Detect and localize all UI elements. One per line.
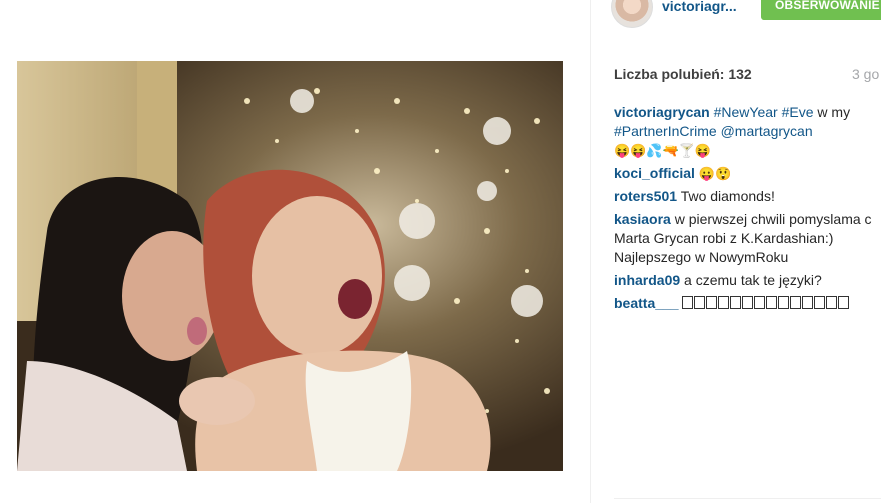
missing-glyph-icon	[790, 296, 802, 309]
missing-glyph-icon	[826, 296, 838, 309]
comment-text: w pierwszej chwili pomyslama c	[674, 211, 872, 227]
missing-glyph-icon	[802, 296, 814, 309]
header-username[interactable]: victoriagr...	[662, 0, 737, 14]
likes-count[interactable]: Liczba polubień: 132	[614, 66, 752, 82]
comment: victoriagrycan #NewYear #Eve w my #Partn…	[614, 103, 881, 160]
hashtag-link[interactable]: #NewYear	[714, 104, 778, 120]
comment-username[interactable]: koci_official	[614, 165, 695, 181]
missing-glyph-icon	[778, 296, 790, 309]
missing-glyph-icon	[838, 296, 850, 309]
comment-text: w my	[817, 104, 851, 120]
missing-glyph-icon	[682, 296, 694, 309]
missing-glyph-icon	[730, 296, 742, 309]
hashtag-link[interactable]: #PartnerInCrime	[614, 123, 717, 139]
missing-glyph-icon	[742, 296, 754, 309]
profile-avatar[interactable]	[611, 0, 653, 28]
post-photo[interactable]	[17, 61, 563, 471]
hashtag-link[interactable]: #Eve	[782, 104, 814, 120]
comment-username[interactable]: roters501	[614, 188, 677, 204]
unrendered-glyphs	[682, 295, 850, 311]
missing-glyph-icon	[718, 296, 730, 309]
missing-glyph-icon	[694, 296, 706, 309]
comment-username[interactable]: victoriagrycan	[614, 104, 710, 120]
comment-text: Najlepszego w NowymRoku	[614, 249, 789, 265]
mention-link[interactable]: @martagrycan	[721, 123, 813, 139]
comments-list: victoriagrycan #NewYear #Eve w my #Partn…	[614, 103, 881, 317]
column-divider	[590, 0, 591, 503]
missing-glyph-icon	[706, 296, 718, 309]
comment-username[interactable]: kasiaora	[614, 211, 671, 227]
missing-glyph-icon	[766, 296, 778, 309]
comment: roters501 Two diamonds!	[614, 187, 881, 206]
comment: inharda09 a czemu tak te języki?	[614, 271, 881, 290]
comment-text: a czemu tak te języki?	[684, 272, 822, 288]
post-photo-image	[17, 61, 563, 471]
comment: koci_official 😛😲	[614, 164, 881, 183]
bottom-divider	[614, 498, 881, 499]
missing-glyph-icon	[814, 296, 826, 309]
comment: kasiaora w pierwszej chwili pomyslama c …	[614, 210, 881, 267]
comment: beatta___	[614, 294, 881, 313]
comment-text: Marta Grycan robi z K.Kardashian:)	[614, 230, 834, 246]
emoji-text: 😛😲	[698, 166, 732, 181]
missing-glyph-icon	[754, 296, 766, 309]
comment-username[interactable]: inharda09	[614, 272, 680, 288]
post-time[interactable]: 3 go	[852, 66, 879, 82]
follow-button[interactable]: OBSERWOWANIE	[761, 0, 881, 20]
comment-text: Two diamonds!	[680, 188, 775, 204]
emoji-text: 😝😝💦🔫🍸😝	[614, 143, 712, 158]
comment-username[interactable]: beatta___	[614, 295, 679, 311]
